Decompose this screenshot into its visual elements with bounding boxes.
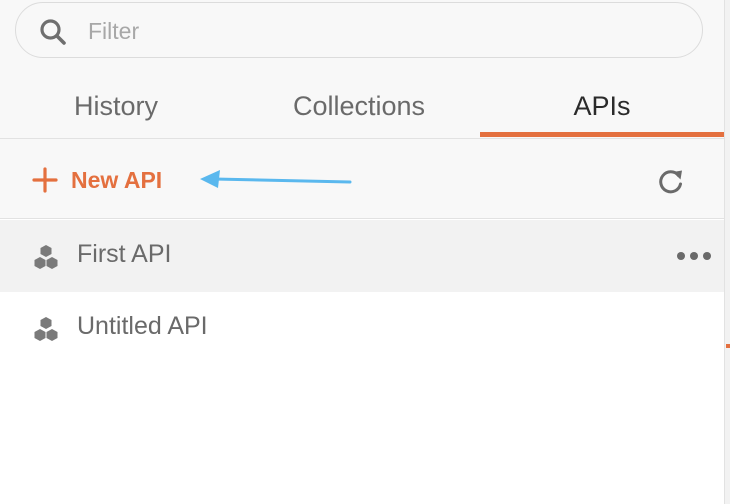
api-list-item-first-api[interactable]: First API <box>0 220 724 292</box>
new-api-label: New API <box>71 166 163 193</box>
tab-history[interactable]: History <box>0 76 232 136</box>
refresh-icon[interactable] <box>657 167 685 195</box>
annotation-arrow-icon <box>200 170 352 188</box>
apis-sidebar-panel: History Collections APIs New API First A <box>0 0 724 504</box>
api-name: First API <box>77 240 172 268</box>
new-api-button[interactable]: New API <box>32 163 162 197</box>
tab-bar: History Collections APIs <box>0 76 724 139</box>
active-tab-indicator <box>480 132 724 137</box>
plus-icon <box>32 167 58 193</box>
panel-resize-edge[interactable] <box>724 0 730 504</box>
apis-toolbar: New API <box>0 139 724 219</box>
api-name: Untitled API <box>77 312 208 340</box>
more-options-icon[interactable] <box>674 246 714 266</box>
search-box[interactable] <box>15 2 703 58</box>
tab-apis[interactable]: APIs <box>480 76 724 136</box>
edge-accent-mark <box>726 344 730 348</box>
api-list-item-untitled-api[interactable]: Untitled API <box>0 292 724 364</box>
search-icon <box>40 19 66 45</box>
filter-area <box>0 0 724 76</box>
api-hex-icon <box>34 245 58 269</box>
search-input[interactable] <box>88 13 648 49</box>
tab-collections[interactable]: Collections <box>244 76 474 136</box>
api-hex-icon <box>34 317 58 341</box>
